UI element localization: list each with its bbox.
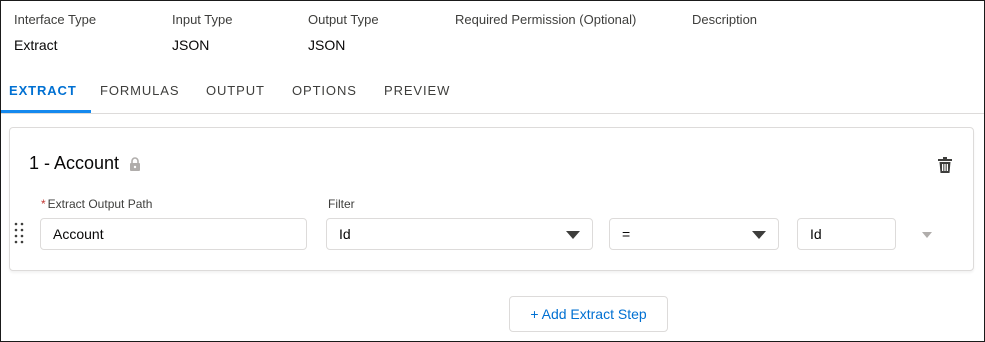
filter-operator-value: = (622, 226, 631, 242)
input-type-label: Input Type (172, 12, 233, 27)
chevron-down-icon[interactable] (922, 232, 932, 238)
tab-options[interactable]: OPTIONS (292, 69, 357, 112)
output-type-label: Output Type (308, 12, 379, 27)
extract-output-path-label: * Extract Output Path (41, 197, 152, 211)
filter-operator-select[interactable]: = (609, 218, 779, 250)
extract-output-path-input[interactable]: Account (40, 218, 307, 250)
extract-panel: 1 - Account *Extract Output Path Filter (1, 114, 984, 341)
interface-type-field: Interface Type Extract (14, 12, 96, 54)
tab-output[interactable]: OUTPUT (206, 69, 265, 112)
tab-formulas[interactable]: FORMULAS (100, 69, 179, 112)
step-title: 1 - Account (29, 153, 120, 173)
output-type-value: JSON (308, 37, 346, 53)
extract-output-path-label-text: Extract Output Path (47, 197, 153, 211)
input-type-value: JSON (172, 37, 210, 53)
description-field: Description (692, 12, 757, 36)
required-marker: * (41, 197, 46, 211)
tab-bar: EXTRACT FORMULAS OUTPUT OPTIONS PREVIEW (1, 69, 984, 114)
lock-icon (130, 157, 140, 171)
filter-value-input[interactable]: Id (797, 218, 896, 250)
interface-type-label: Interface Type (14, 12, 97, 27)
tab-extract[interactable]: EXTRACT (1, 69, 91, 113)
chevron-down-icon (752, 231, 766, 239)
chevron-down-icon (566, 231, 580, 239)
interface-header: Interface Type Extract Input Type JSON O… (1, 1, 984, 70)
tab-preview[interactable]: PREVIEW (384, 69, 450, 112)
drag-handle-icon[interactable] (13, 222, 25, 244)
interface-type-value: Extract (14, 37, 58, 53)
filter-field-value: Id (339, 226, 351, 242)
input-type-field: Input Type JSON (172, 12, 232, 54)
output-type-field: Output Type JSON (308, 12, 379, 54)
extract-step-card: 1 - Account *Extract Output Path Filter (9, 127, 974, 271)
required-permission-field: Required Permission (Optional) (455, 12, 636, 36)
add-extract-step-button[interactable]: + Add Extract Step (509, 296, 668, 332)
trash-icon[interactable] (938, 157, 952, 173)
description-label: Description (692, 12, 758, 27)
app-frame: Interface Type Extract Input Type JSON O… (0, 0, 985, 342)
filter-field-select[interactable]: Id (326, 218, 593, 250)
required-permission-label: Required Permission (Optional) (455, 12, 637, 27)
filter-label: Filter (328, 197, 355, 211)
